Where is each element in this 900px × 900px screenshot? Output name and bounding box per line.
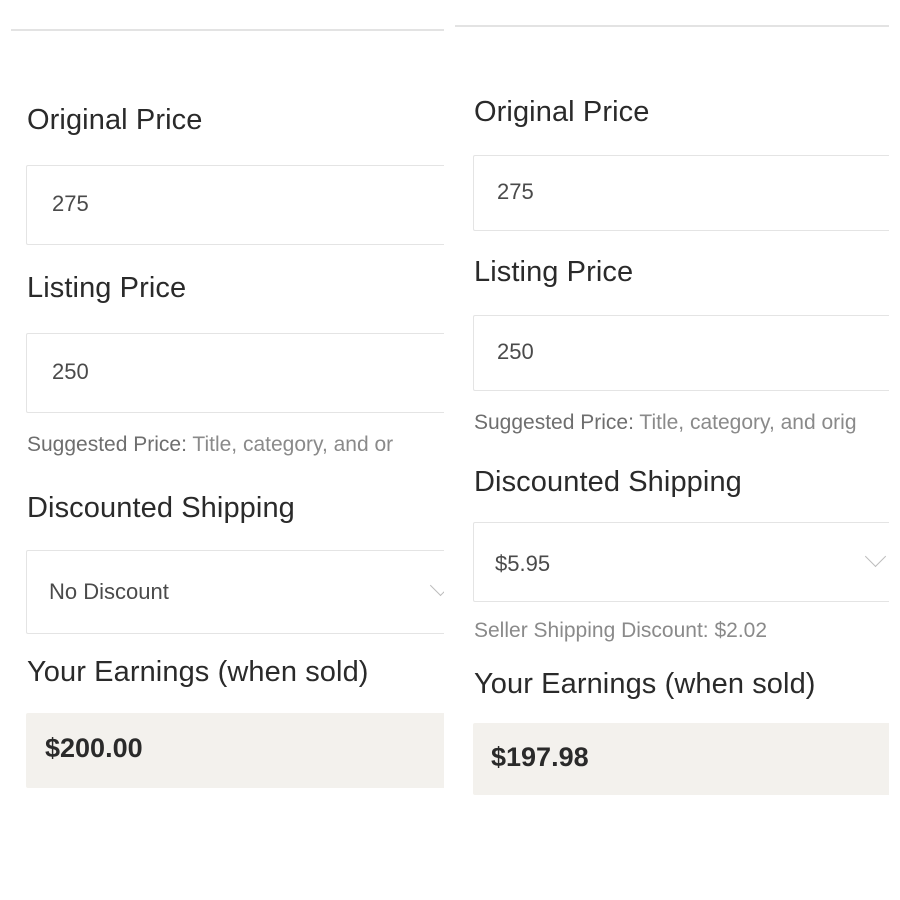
suggested-price-text: Title, category, and or [192, 433, 394, 456]
discounted-shipping-label: Discounted Shipping [27, 492, 295, 524]
earnings-box: $200.00 [26, 713, 444, 788]
listing-price-value: 250 [52, 359, 89, 384]
listing-price-value: 250 [497, 339, 534, 364]
suggested-price-hint: Suggested Price: Title, category, and or… [474, 411, 857, 435]
discounted-shipping-value: $5.95 [495, 551, 551, 576]
original-price-label: Original Price [474, 96, 650, 128]
chevron-down-icon [429, 574, 444, 597]
original-price-input[interactable]: 275 [473, 155, 889, 231]
seller-shipping-discount-text: Seller Shipping Discount: $2.02 [474, 619, 768, 642]
earnings-value: $197.98 [491, 742, 589, 772]
listing-form-no-discount: Original Price 275 Listing Price 250 Sug… [0, 0, 444, 900]
suggested-price-label: Suggested Price: [27, 433, 187, 456]
discounted-shipping-select[interactable]: No Discount [26, 550, 444, 634]
original-price-label: Original Price [27, 104, 203, 136]
discounted-shipping-select[interactable]: $5.95 [473, 522, 889, 602]
discounted-shipping-label: Discounted Shipping [474, 466, 742, 498]
original-price-input[interactable]: 275 [26, 165, 444, 245]
original-price-value: 275 [497, 179, 534, 204]
discounted-shipping-value: No Discount [49, 579, 169, 604]
listing-form-with-discount: Original Price 275 Listing Price 250 Sug… [455, 0, 889, 900]
original-price-value: 275 [52, 191, 89, 216]
divider [455, 25, 889, 27]
listing-price-input[interactable]: 250 [26, 333, 444, 413]
earnings-value: $200.00 [45, 733, 143, 763]
listing-price-label: Listing Price [474, 256, 634, 288]
chevron-down-icon [864, 545, 887, 568]
suggested-price-text: Title, category, and orig [639, 411, 857, 434]
suggested-price-hint: Suggested Price: Title, category, and or [27, 433, 393, 457]
listing-price-input[interactable]: 250 [473, 315, 889, 391]
divider [11, 29, 444, 31]
earnings-label: Your Earnings (when sold) [27, 656, 369, 688]
earnings-box: $197.98 [473, 723, 889, 795]
suggested-price-label: Suggested Price: [474, 411, 634, 434]
listing-price-label: Listing Price [27, 272, 187, 304]
earnings-label: Your Earnings (when sold) [474, 668, 816, 700]
